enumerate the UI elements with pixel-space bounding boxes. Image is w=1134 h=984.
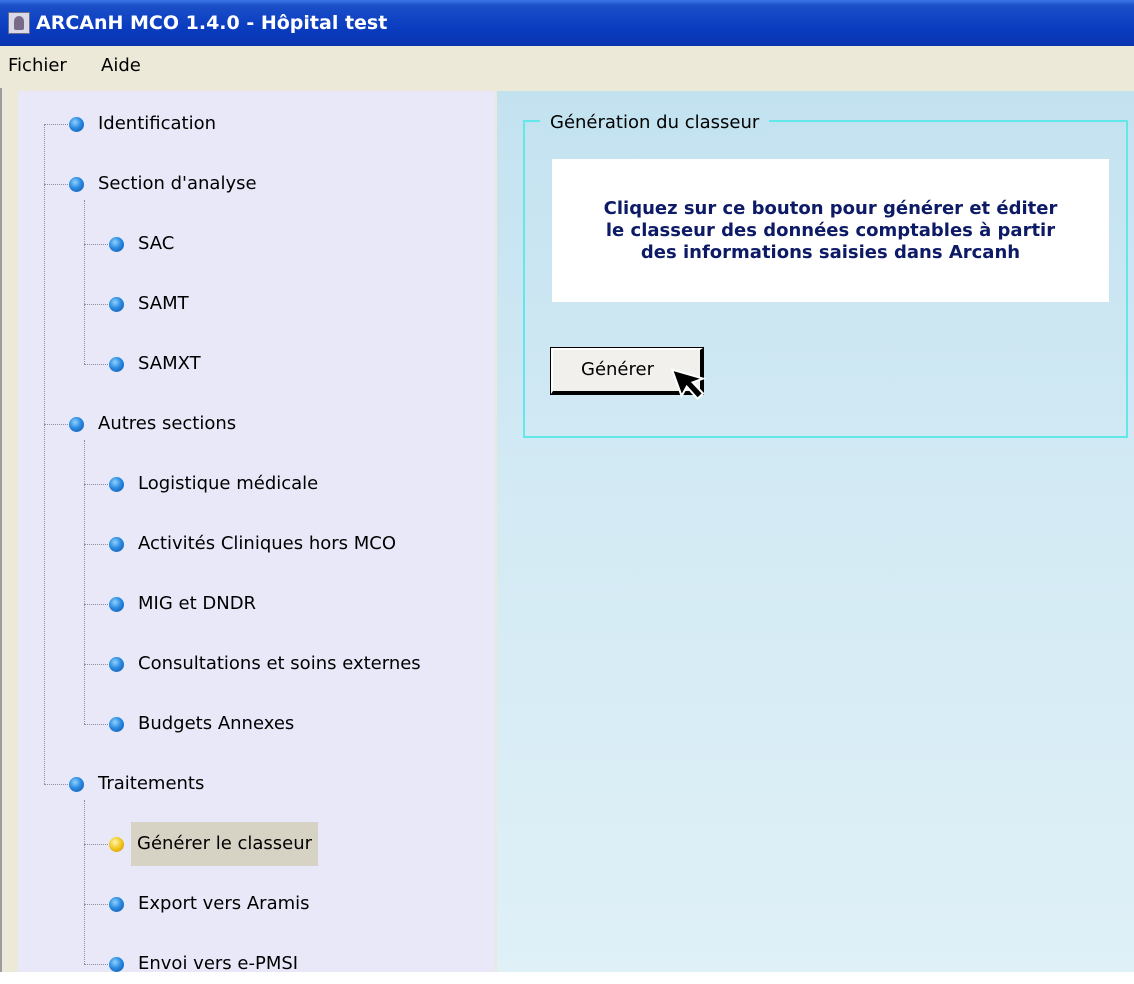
- tree-item-label: Section d'analyse: [98, 173, 257, 194]
- tree-connector: [44, 184, 68, 185]
- window-title: ARCAnH MCO 1.4.0 - Hôpital test: [36, 12, 388, 34]
- tree-connector: [84, 244, 108, 245]
- group-title: Génération du classeur: [540, 112, 770, 134]
- tree-connector: [84, 724, 108, 725]
- tree-item-label: Autres sections: [98, 413, 237, 434]
- blue-sphere-icon: [109, 297, 124, 312]
- blue-sphere-icon: [109, 897, 124, 912]
- tree-connector: [84, 604, 108, 605]
- info-box: Cliquez sur ce bouton pour générer et éd…: [552, 159, 1109, 302]
- tree-connector: [84, 544, 108, 545]
- app-icon[interactable]: [8, 12, 30, 34]
- tree-connector: [84, 484, 108, 485]
- blue-sphere-icon: [109, 537, 124, 552]
- tree-item-label: Envoi vers e-PMSI: [138, 953, 299, 974]
- tree-item-label: Identification: [98, 113, 217, 134]
- tree-item-label: SAMXT: [138, 353, 201, 374]
- tree-connector: [84, 664, 108, 665]
- blue-sphere-icon: [69, 777, 84, 792]
- tree-item-label: SAC: [138, 233, 175, 254]
- tree-branch-line: [84, 200, 85, 364]
- tree-item-label: SAMT: [138, 293, 189, 314]
- blue-sphere-icon: [109, 957, 124, 972]
- title-bar: ARCAnH MCO 1.4.0 - Hôpital test: [0, 0, 1134, 46]
- tree-connector: [84, 364, 108, 365]
- tree-item-label-selected: Générer le classeur: [131, 822, 319, 866]
- tree-branch-line: [84, 440, 85, 724]
- info-text: Cliquez sur ce bouton pour générer et éd…: [603, 197, 1058, 263]
- window-left-border: [0, 88, 8, 972]
- menu-aide[interactable]: Aide: [101, 55, 141, 77]
- tree-connector: [84, 304, 108, 305]
- blue-sphere-icon: [69, 417, 84, 432]
- blue-sphere-icon: [109, 717, 124, 732]
- tree-item-label: Budgets Annexes: [138, 713, 295, 734]
- blue-sphere-icon: [109, 477, 124, 492]
- tree-connector: [44, 124, 68, 125]
- blue-sphere-icon: [69, 117, 84, 132]
- blue-sphere-icon: [109, 237, 124, 252]
- menu-fichier[interactable]: Fichier: [8, 55, 67, 77]
- tree-connector: [84, 964, 108, 965]
- tree-connector: [44, 784, 68, 785]
- tree-item-label: Activités Cliniques hors MCO: [138, 533, 397, 554]
- tree-connector: [84, 904, 108, 905]
- menu-bar: Fichier Aide: [0, 46, 1134, 88]
- tree-item-label: Export vers Aramis: [138, 893, 310, 914]
- tree-item-label: MIG et DNDR: [138, 593, 257, 614]
- tree-item-label: Traitements: [98, 773, 205, 794]
- mouse-pointer-icon: [670, 368, 707, 401]
- blue-sphere-icon: [109, 597, 124, 612]
- blue-sphere-icon: [109, 657, 124, 672]
- tree-item-label: Consultations et soins externes: [138, 653, 421, 674]
- yellow-sphere-icon: [109, 837, 124, 852]
- blue-sphere-icon: [109, 357, 124, 372]
- blue-sphere-icon: [69, 177, 84, 192]
- tree-root-line: [44, 124, 45, 784]
- tree-connector: [84, 844, 108, 845]
- tree-item-label: Logistique médicale: [138, 473, 319, 494]
- tree-connector: [44, 424, 68, 425]
- tree-branch-line: [84, 800, 85, 964]
